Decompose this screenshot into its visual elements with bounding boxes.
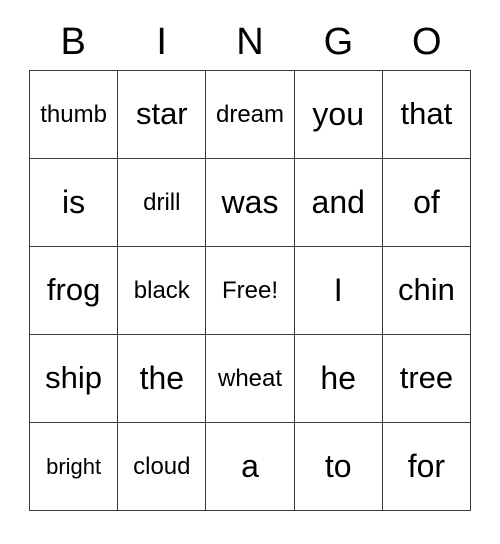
bingo-card: B I N G O thumb star dream you that is d… bbox=[29, 14, 472, 511]
bingo-cell-label: dream bbox=[215, 100, 285, 128]
bingo-row: bright cloud a to for bbox=[30, 423, 472, 511]
bingo-cell-label: bright bbox=[46, 453, 102, 479]
bingo-header-letter-b: B bbox=[60, 21, 86, 63]
bingo-cell[interactable]: black bbox=[118, 247, 207, 335]
bingo-cell-label: you bbox=[312, 95, 364, 132]
bingo-cell-label: and bbox=[311, 183, 365, 220]
bingo-cell-label: to bbox=[324, 447, 352, 484]
bingo-header-letter-g: G bbox=[323, 21, 354, 63]
bingo-cell[interactable]: dream bbox=[206, 71, 295, 159]
bingo-cell[interactable]: that bbox=[382, 71, 472, 159]
bingo-cell-label: that bbox=[400, 96, 453, 132]
bingo-cell[interactable]: drill bbox=[118, 159, 207, 247]
bingo-cell-free-space[interactable]: Free! bbox=[206, 247, 295, 335]
bingo-cell-label: of bbox=[413, 183, 440, 220]
bingo-header-letter-n: N bbox=[236, 21, 264, 63]
bingo-cell-label: cloud bbox=[133, 452, 191, 480]
bingo-cell-label: wheat bbox=[217, 364, 283, 392]
bingo-grid: thumb star dream you that is drill was a… bbox=[29, 70, 472, 511]
bingo-cell[interactable]: I bbox=[294, 247, 383, 335]
bingo-cell-label: tree bbox=[399, 360, 454, 396]
bingo-cell[interactable]: cloud bbox=[118, 423, 207, 511]
bingo-cell[interactable]: you bbox=[294, 71, 383, 159]
bingo-cell-label: chin bbox=[397, 272, 455, 308]
bingo-cell[interactable]: wheat bbox=[206, 335, 295, 423]
bingo-cell[interactable]: of bbox=[382, 159, 472, 247]
bingo-cell-label: frog bbox=[46, 272, 101, 308]
bingo-cell-label: he bbox=[320, 359, 356, 396]
bingo-cell[interactable]: chin bbox=[382, 247, 472, 335]
bingo-cell-label: ship bbox=[45, 360, 103, 396]
bingo-cell-label: a bbox=[241, 447, 259, 484]
bingo-row: frog black Free! I chin bbox=[30, 247, 472, 335]
bingo-cell[interactable]: a bbox=[206, 423, 295, 511]
bingo-cell[interactable]: the bbox=[118, 335, 207, 423]
bingo-cell[interactable]: thumb bbox=[30, 71, 119, 159]
bingo-cell[interactable]: to bbox=[294, 423, 383, 511]
bingo-cell[interactable]: bright bbox=[30, 423, 119, 511]
bingo-cell[interactable]: star bbox=[118, 71, 207, 159]
bingo-cell-label: is bbox=[62, 183, 86, 220]
bingo-cell-label: drill bbox=[143, 188, 181, 216]
bingo-cell-label: black bbox=[133, 276, 190, 304]
bingo-cell-label: for bbox=[407, 447, 446, 484]
bingo-cell[interactable]: ship bbox=[30, 335, 119, 423]
bingo-cell-label: star bbox=[135, 96, 188, 132]
bingo-cell-label: was bbox=[221, 183, 279, 220]
bingo-cell[interactable]: and bbox=[294, 159, 383, 247]
bingo-cell[interactable]: for bbox=[382, 423, 472, 511]
bingo-cell[interactable]: frog bbox=[30, 247, 119, 335]
bingo-cell[interactable]: tree bbox=[382, 335, 472, 423]
bingo-cell-label: Free! bbox=[222, 276, 279, 304]
bingo-row: ship the wheat he tree bbox=[30, 335, 472, 423]
bingo-header-row: B I N G O bbox=[29, 14, 471, 70]
bingo-header-letter-i: I bbox=[156, 21, 167, 63]
bingo-cell-label: the bbox=[139, 359, 185, 396]
bingo-cell[interactable]: he bbox=[294, 335, 383, 423]
bingo-cell[interactable]: was bbox=[206, 159, 295, 247]
bingo-cell-label: thumb bbox=[40, 100, 107, 128]
bingo-row: thumb star dream you that bbox=[30, 71, 472, 159]
bingo-row: is drill was and of bbox=[30, 159, 472, 247]
bingo-cell-label: I bbox=[333, 271, 343, 308]
bingo-header-letter-o: O bbox=[412, 21, 442, 63]
bingo-cell[interactable]: is bbox=[30, 159, 119, 247]
